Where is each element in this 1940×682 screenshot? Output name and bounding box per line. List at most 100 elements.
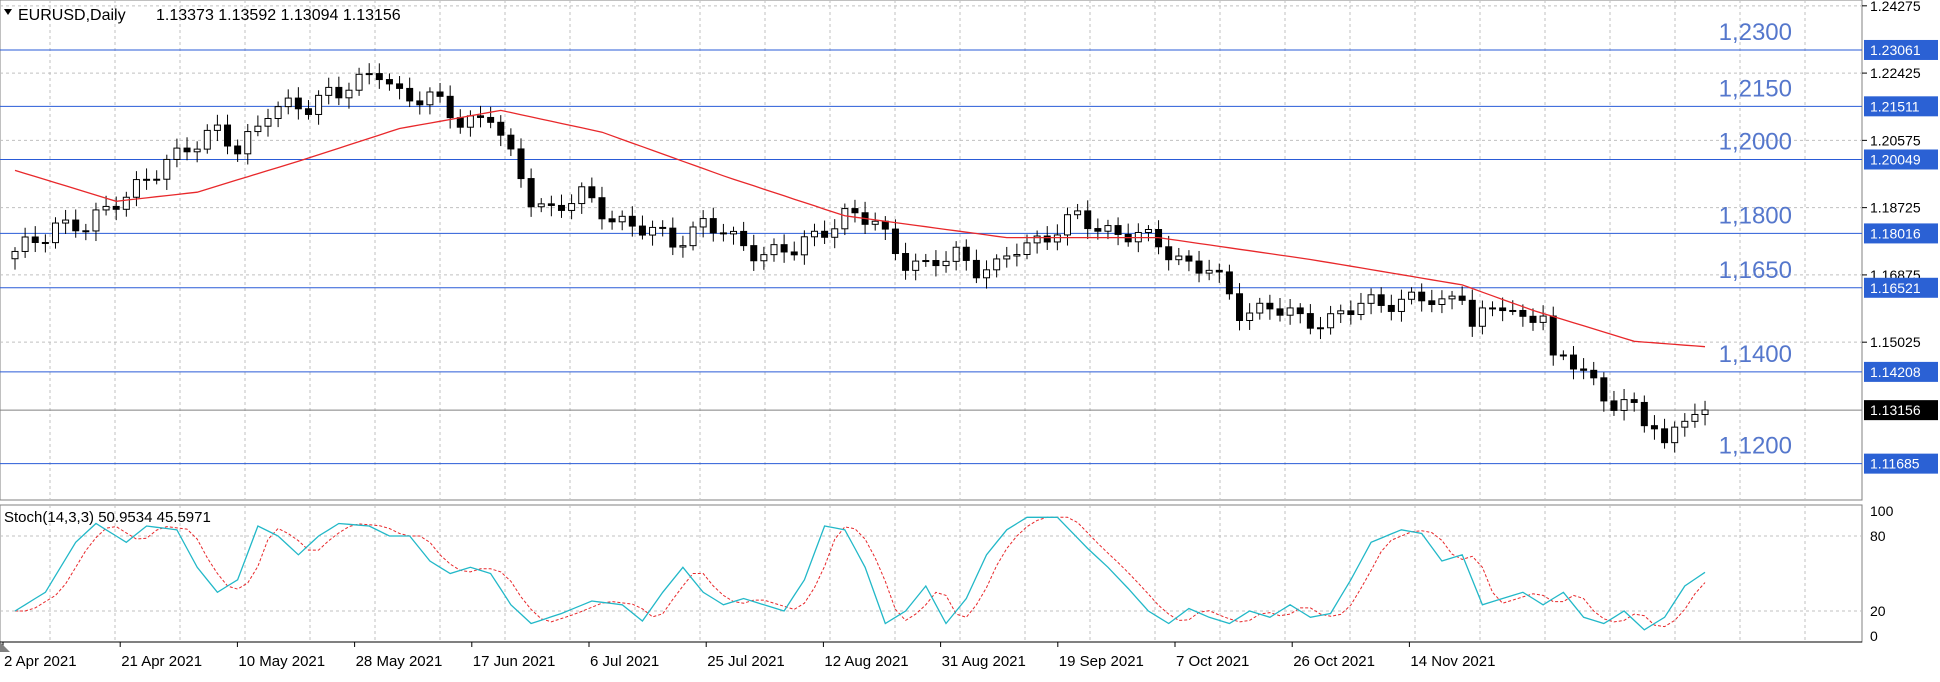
candle-body[interactable] bbox=[1590, 369, 1598, 379]
candle-body[interactable] bbox=[972, 259, 980, 279]
candle-body[interactable] bbox=[72, 219, 80, 232]
candle-body[interactable] bbox=[841, 208, 849, 230]
candle-body[interactable] bbox=[112, 205, 120, 210]
candle-body[interactable] bbox=[426, 91, 434, 106]
candle-body[interactable] bbox=[102, 205, 110, 211]
chart-shift-icon[interactable] bbox=[0, 642, 10, 652]
candle-body[interactable] bbox=[1559, 354, 1567, 357]
candle-body[interactable] bbox=[902, 253, 910, 271]
candle-body[interactable] bbox=[1225, 271, 1233, 295]
candle-body[interactable] bbox=[304, 108, 312, 115]
candle-body[interactable] bbox=[163, 158, 171, 180]
candle-body[interactable] bbox=[790, 251, 798, 256]
candle-body[interactable] bbox=[780, 244, 788, 253]
candle-body[interactable] bbox=[315, 94, 323, 115]
candle-body[interactable] bbox=[41, 241, 49, 244]
candle-body[interactable] bbox=[365, 73, 373, 76]
candle-body[interactable] bbox=[679, 245, 687, 248]
candle-body[interactable] bbox=[649, 226, 657, 236]
candle-body[interactable] bbox=[952, 246, 960, 262]
candle-body[interactable] bbox=[244, 131, 252, 155]
candle-body[interactable] bbox=[1063, 214, 1071, 236]
candle-body[interactable] bbox=[1580, 368, 1588, 371]
candle-body[interactable] bbox=[1600, 377, 1608, 402]
candle-body[interactable] bbox=[618, 215, 626, 223]
candle-body[interactable] bbox=[1691, 413, 1699, 422]
candle-body[interactable] bbox=[1306, 313, 1314, 329]
candle-body[interactable] bbox=[831, 228, 839, 238]
candle-body[interactable] bbox=[638, 225, 646, 236]
candle-body[interactable] bbox=[719, 232, 727, 235]
candle-body[interactable] bbox=[1418, 291, 1426, 302]
candle-body[interactable] bbox=[517, 148, 525, 180]
candle-body[interactable] bbox=[1377, 294, 1385, 306]
candle-body[interactable] bbox=[62, 219, 70, 224]
candle-body[interactable] bbox=[1640, 401, 1648, 427]
candle-body[interactable] bbox=[1397, 298, 1405, 312]
candle-body[interactable] bbox=[962, 246, 970, 261]
candle-body[interactable] bbox=[1671, 426, 1679, 444]
candle-body[interactable] bbox=[92, 209, 100, 232]
candle-body[interactable] bbox=[1448, 295, 1456, 300]
candle-body[interactable] bbox=[406, 87, 414, 102]
candle-body[interactable] bbox=[487, 116, 495, 123]
candle-body[interactable] bbox=[507, 134, 515, 150]
candle-body[interactable] bbox=[1630, 399, 1638, 403]
candle-body[interactable] bbox=[598, 197, 606, 220]
candle-body[interactable] bbox=[183, 147, 191, 153]
candle-body[interactable] bbox=[750, 245, 758, 262]
candle-body[interactable] bbox=[557, 204, 565, 211]
candle-body[interactable] bbox=[143, 178, 151, 181]
candle-body[interactable] bbox=[1276, 308, 1284, 316]
candle-body[interactable] bbox=[254, 125, 262, 133]
candle-body[interactable] bbox=[1347, 310, 1355, 316]
candle-body[interactable] bbox=[21, 236, 29, 252]
candle-body[interactable] bbox=[1195, 260, 1203, 274]
candle-body[interactable] bbox=[1519, 309, 1527, 317]
candle-body[interactable] bbox=[51, 222, 59, 244]
candle-body[interactable] bbox=[1468, 299, 1476, 327]
candle-body[interactable] bbox=[821, 230, 829, 238]
candle-body[interactable] bbox=[588, 186, 596, 199]
candle-body[interactable] bbox=[1013, 254, 1021, 257]
candle-body[interactable] bbox=[355, 73, 363, 91]
candle-body[interactable] bbox=[416, 100, 424, 106]
candle-body[interactable] bbox=[1084, 210, 1092, 230]
candle-body[interactable] bbox=[1610, 400, 1618, 411]
candle-body[interactable] bbox=[1701, 409, 1709, 415]
candle-body[interactable] bbox=[1337, 310, 1345, 315]
candle-body[interactable] bbox=[213, 124, 221, 131]
candle-body[interactable] bbox=[1165, 246, 1173, 261]
candle-body[interactable] bbox=[851, 208, 859, 214]
candle-body[interactable] bbox=[669, 227, 677, 248]
candle-body[interactable] bbox=[1185, 255, 1193, 262]
candle-body[interactable] bbox=[1620, 399, 1628, 411]
candle-body[interactable] bbox=[922, 260, 930, 263]
candle-body[interactable] bbox=[689, 226, 697, 247]
candle-body[interactable] bbox=[770, 244, 778, 256]
candle-body[interactable] bbox=[578, 186, 586, 205]
candle-body[interactable] bbox=[912, 260, 920, 271]
candle-body[interactable] bbox=[1256, 302, 1264, 314]
candle-body[interactable] bbox=[1387, 304, 1395, 312]
candle-body[interactable] bbox=[234, 145, 242, 155]
candle-body[interactable] bbox=[122, 196, 130, 210]
candle-body[interactable] bbox=[1053, 234, 1061, 243]
candlestick-chart[interactable]: 1.242751.224251.205751.187251.168751.150… bbox=[0, 0, 1940, 677]
candle-body[interactable] bbox=[659, 226, 667, 229]
candle-body[interactable] bbox=[1023, 242, 1031, 256]
candle-body[interactable] bbox=[568, 203, 576, 211]
candle-body[interactable] bbox=[1489, 307, 1497, 310]
candle-body[interactable] bbox=[31, 236, 39, 243]
candle-body[interactable] bbox=[264, 118, 272, 127]
candle-body[interactable] bbox=[1286, 307, 1294, 316]
candle-body[interactable] bbox=[375, 73, 383, 81]
candle-body[interactable] bbox=[942, 260, 950, 267]
candle-body[interactable] bbox=[1539, 315, 1547, 323]
candle-body[interactable] bbox=[993, 258, 1001, 271]
candle-body[interactable] bbox=[709, 218, 717, 234]
candle-body[interactable] bbox=[1327, 313, 1335, 329]
candle-body[interactable] bbox=[1104, 225, 1112, 232]
candle-body[interactable] bbox=[294, 97, 302, 110]
candle-body[interactable] bbox=[82, 230, 90, 233]
